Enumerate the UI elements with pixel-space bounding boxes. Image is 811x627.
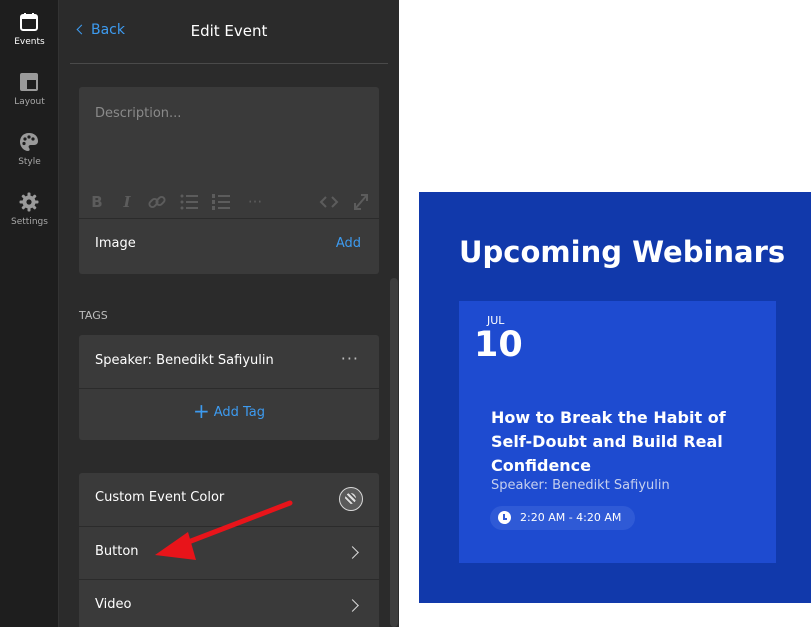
bullet-list-icon[interactable] bbox=[179, 191, 199, 213]
tags-heading: TAGS bbox=[79, 309, 108, 322]
image-row: Image Add bbox=[79, 218, 379, 271]
add-tag-button[interactable]: + Add Tag bbox=[79, 388, 379, 440]
description-card: Description... B I ··· Image Add bbox=[79, 87, 379, 274]
image-label: Image bbox=[95, 236, 136, 251]
add-image-button[interactable]: Add bbox=[336, 236, 361, 251]
tag-row: Speaker: Benedikt Safiyulin ··· bbox=[79, 335, 379, 388]
tag-label: Speaker: Benedikt Safiyulin bbox=[95, 353, 274, 368]
tags-card: Speaker: Benedikt Safiyulin ··· + Add Tag bbox=[79, 335, 379, 440]
clock-icon bbox=[498, 511, 511, 524]
tag-menu-button[interactable]: ··· bbox=[341, 349, 359, 368]
panel-header: Back Edit Event bbox=[70, 0, 388, 64]
custom-color-label: Custom Event Color bbox=[95, 490, 225, 505]
text-toolbar: B I ··· bbox=[87, 191, 371, 213]
event-speaker: Speaker: Benedikt Safiyulin bbox=[491, 478, 670, 493]
palette-icon bbox=[20, 133, 38, 151]
italic-button[interactable]: I bbox=[117, 191, 137, 213]
custom-color-row[interactable]: Custom Event Color bbox=[79, 473, 379, 526]
chevron-right-icon bbox=[346, 599, 359, 612]
layout-icon bbox=[20, 73, 38, 91]
panel-scrollbar[interactable] bbox=[390, 278, 398, 627]
chevron-right-icon bbox=[346, 546, 359, 559]
code-icon[interactable] bbox=[319, 191, 339, 213]
video-label: Video bbox=[95, 597, 132, 612]
widget-heading: Upcoming Webinars bbox=[459, 235, 786, 269]
button-row[interactable]: Button bbox=[79, 526, 379, 579]
rail-item-style[interactable]: Style bbox=[0, 120, 59, 176]
button-label: Button bbox=[95, 544, 139, 559]
rail-item-layout[interactable]: Layout bbox=[0, 60, 59, 116]
video-row[interactable]: Video bbox=[79, 579, 379, 627]
webinar-widget: Upcoming Webinars JUL 10 How to Break th… bbox=[419, 192, 811, 603]
event-card[interactable]: JUL 10 How to Break the Habit of Self-Do… bbox=[459, 301, 776, 563]
bold-button[interactable]: B bbox=[87, 191, 107, 213]
event-time: 2:20 AM - 4:20 AM bbox=[520, 511, 622, 524]
numbered-list-icon[interactable] bbox=[211, 191, 231, 213]
rail-item-settings[interactable]: Settings bbox=[0, 180, 59, 236]
event-day: 10 bbox=[474, 325, 523, 365]
calendar-icon bbox=[20, 13, 38, 31]
rail-item-events[interactable]: Events bbox=[0, 0, 59, 56]
add-tag-label: Add Tag bbox=[213, 405, 266, 420]
options-card: Custom Event Color Button Video bbox=[79, 473, 379, 627]
color-picker-icon[interactable] bbox=[339, 487, 363, 511]
link-icon[interactable] bbox=[147, 191, 167, 213]
expand-icon[interactable] bbox=[351, 191, 371, 213]
event-title: How to Break the Habit of Self-Doubt and… bbox=[491, 408, 726, 475]
editor-root: Events Layout Style Settings Back Edit E… bbox=[0, 0, 811, 627]
rail-label-events: Events bbox=[14, 37, 45, 47]
plus-icon: + bbox=[192, 399, 210, 423]
event-time-badge: 2:20 AM - 4:20 AM bbox=[490, 506, 636, 530]
edit-event-panel: Back Edit Event Description... B I ··· I… bbox=[59, 0, 399, 627]
preview-area: Upcoming Webinars JUL 10 How to Break th… bbox=[399, 0, 811, 627]
rail-label-style: Style bbox=[18, 157, 41, 167]
gear-icon bbox=[19, 192, 39, 212]
icon-rail: Events Layout Style Settings bbox=[0, 0, 59, 627]
rail-label-layout: Layout bbox=[14, 97, 45, 107]
rail-label-settings: Settings bbox=[11, 217, 48, 227]
more-tools-button[interactable]: ··· bbox=[245, 191, 265, 213]
description-input[interactable]: Description... bbox=[95, 106, 181, 121]
panel-title: Edit Event bbox=[190, 22, 268, 40]
